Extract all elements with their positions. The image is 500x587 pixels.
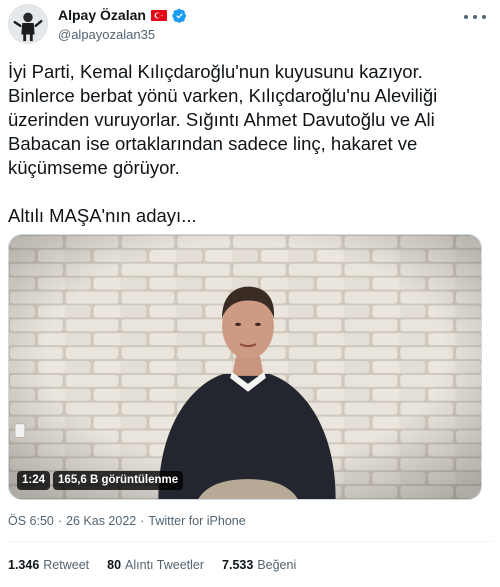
more-dot	[473, 15, 477, 19]
meta-separator: ·	[140, 514, 145, 528]
quotes-stat[interactable]: 80 Alıntı Tweetler	[107, 558, 204, 572]
tweet-time[interactable]: ÖS 6:50	[8, 514, 54, 528]
like-label: Beğeni	[257, 558, 297, 572]
video-badges: 1:24 165,6 B görüntülenme	[17, 471, 184, 490]
quote-count: 80	[107, 558, 122, 572]
tweet-paragraph: İyi Parti, Kemal Kılıçdaroğlu'nun kuyusu…	[8, 61, 438, 178]
more-options-icon[interactable]	[464, 12, 486, 22]
retweets-stat[interactable]: 1.346 Retweet	[8, 558, 89, 572]
more-dot	[482, 15, 486, 19]
tweet-source[interactable]: Twitter for iPhone	[148, 514, 245, 528]
quote-label: Alıntı Tweetler	[125, 558, 205, 572]
video-thumbnail	[9, 235, 481, 499]
retweet-count: 1.346	[8, 558, 40, 572]
retweet-label: Retweet	[43, 558, 90, 572]
turkey-flag-icon	[150, 9, 167, 21]
verified-badge-icon	[172, 8, 187, 23]
tweet-meta: ÖS 6:50 · 26 Kas 2022 · Twitter for iPho…	[8, 514, 246, 528]
likes-stat[interactable]: 7.533 Beğeni	[222, 558, 296, 572]
meta-separator: ·	[57, 514, 63, 528]
author-handle[interactable]: @alpayozalan35	[58, 27, 187, 42]
tweet-text: İyi Parti, Kemal Kılıçdaroğlu'nun kuyusu…	[8, 60, 493, 228]
video-view-count: 165,6 B görüntülenme	[53, 471, 184, 490]
more-dot	[464, 15, 468, 19]
tweet-stats: 1.346 Retweet 80 Alıntı Tweetler 7.533 B…	[8, 558, 296, 572]
like-count: 7.533	[222, 558, 254, 572]
video-duration: 1:24	[17, 471, 51, 490]
tweet-card: Alpay Özalan @alpayozalan35 İyi Parti, K…	[0, 0, 500, 587]
display-name[interactable]: Alpay Özalan	[58, 7, 146, 23]
divider	[8, 541, 492, 542]
author-avatar[interactable]	[8, 4, 48, 44]
avatar-image	[9, 5, 47, 43]
author-info: Alpay Özalan @alpayozalan35	[58, 6, 187, 42]
name-row: Alpay Özalan	[58, 6, 187, 24]
tweet-date[interactable]: 26 Kas 2022	[66, 514, 136, 528]
tweet-paragraph: Altılı MAŞA'nın adayı...	[8, 205, 197, 226]
video-player[interactable]: 1:24 165,6 B görüntülenme	[8, 234, 482, 500]
